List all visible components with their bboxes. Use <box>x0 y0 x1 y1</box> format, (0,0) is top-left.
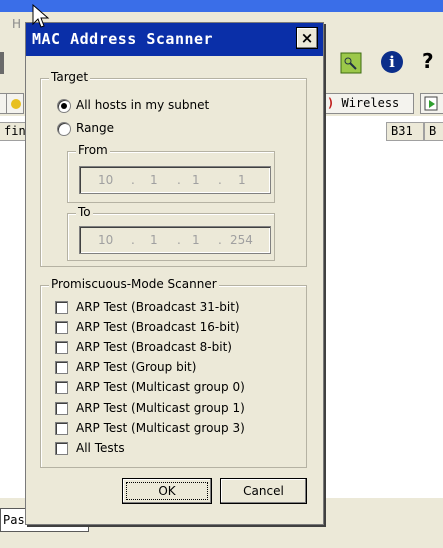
tab-wireless[interactable]: ) Wireless <box>322 93 414 114</box>
to-group: To 10 . 1 . 1 . 254 <box>67 205 275 261</box>
ip-dot: . <box>131 233 135 247</box>
checkbox-all-tests[interactable] <box>55 442 68 455</box>
checkbox-multicast-0-label[interactable]: ARP Test (Multicast group 0) <box>76 380 245 394</box>
from-octet-1: 10 <box>98 173 114 187</box>
checkbox-broadcast-16-label[interactable]: ARP Test (Broadcast 16-bit) <box>76 320 240 334</box>
to-octet-2: 1 <box>150 233 158 247</box>
checkbox-broadcast-16[interactable] <box>55 321 68 334</box>
promiscuous-group-label: Promiscuous-Mode Scanner <box>49 277 219 291</box>
checkbox-multicast-3[interactable] <box>55 422 68 435</box>
to-ip-field[interactable]: 10 . 1 . 1 . 254 <box>79 226 271 254</box>
from-octet-2: 1 <box>150 173 158 187</box>
target-group: Target All hosts in my subnet Range From… <box>40 70 307 267</box>
ip-dot: . <box>131 173 135 187</box>
checkbox-multicast-1-label[interactable]: ARP Test (Multicast group 1) <box>76 401 245 415</box>
from-octet-3: 1 <box>192 173 200 187</box>
dialog-title-bar[interactable]: MAC Address Scanner × <box>26 23 323 56</box>
svg-text:?: ? <box>422 49 434 73</box>
close-button[interactable]: × <box>296 27 318 49</box>
to-octet-4: 254 <box>230 233 253 247</box>
ip-dot: . <box>218 233 222 247</box>
from-octet-4: 1 <box>238 173 246 187</box>
wireless-icon: ) <box>327 96 335 110</box>
to-octet-3: 1 <box>192 233 200 247</box>
checkbox-group-bit[interactable] <box>55 361 68 374</box>
help-icon[interactable]: ? <box>418 48 440 77</box>
tab-fragment[interactable] <box>6 93 24 114</box>
ip-dot: . <box>177 173 181 187</box>
radio-range-label[interactable]: Range <box>76 121 114 135</box>
from-label: From <box>76 143 110 157</box>
column-header-b[interactable]: B <box>424 122 443 141</box>
cancel-button[interactable]: Cancel <box>220 478 307 504</box>
radio-all-hosts[interactable] <box>57 99 71 113</box>
checkbox-multicast-3-label[interactable]: ARP Test (Multicast group 3) <box>76 421 245 435</box>
menu-help[interactable]: H <box>12 17 21 31</box>
checkbox-broadcast-31-label[interactable]: ARP Test (Broadcast 31-bit) <box>76 300 240 314</box>
from-ip-field[interactable]: 10 . 1 . 1 . 1 <box>79 166 271 194</box>
radio-all-hosts-label[interactable]: All hosts in my subnet <box>76 98 209 112</box>
to-octet-1: 10 <box>98 233 114 247</box>
ok-button[interactable]: OK <box>122 478 212 504</box>
tab-next-fragment[interactable] <box>420 93 443 114</box>
info-icon[interactable]: i <box>380 50 404 77</box>
checkbox-multicast-1[interactable] <box>55 402 68 415</box>
toolbar-left-fragment-icon[interactable] <box>0 52 4 74</box>
promiscuous-group: Promiscuous-Mode Scanner ARP Test (Broad… <box>40 277 307 468</box>
svg-text:i: i <box>389 53 395 71</box>
ip-dot: . <box>177 233 181 247</box>
radio-range[interactable] <box>57 122 71 136</box>
checkbox-group-bit-label[interactable]: ARP Test (Group bit) <box>76 360 196 374</box>
mouse-cursor-icon <box>32 3 50 33</box>
checkbox-multicast-0[interactable] <box>55 381 68 394</box>
target-group-label: Target <box>49 70 91 84</box>
checkbox-broadcast-8[interactable] <box>55 341 68 354</box>
ip-dot: . <box>218 173 222 187</box>
app-title-bar <box>0 0 443 12</box>
checkbox-broadcast-8-label[interactable]: ARP Test (Broadcast 8-bit) <box>76 340 232 354</box>
mac-scanner-dialog: MAC Address Scanner × Target All hosts i… <box>25 22 324 525</box>
column-header-b31[interactable]: B31 <box>386 122 424 141</box>
checkbox-broadcast-31[interactable] <box>55 301 68 314</box>
checkbox-all-tests-label[interactable]: All Tests <box>76 441 125 455</box>
from-group: From 10 . 1 . 1 . 1 <box>67 143 275 203</box>
key-icon[interactable] <box>340 52 362 77</box>
dialog-title: MAC Address Scanner <box>32 30 214 48</box>
to-label: To <box>76 205 93 219</box>
